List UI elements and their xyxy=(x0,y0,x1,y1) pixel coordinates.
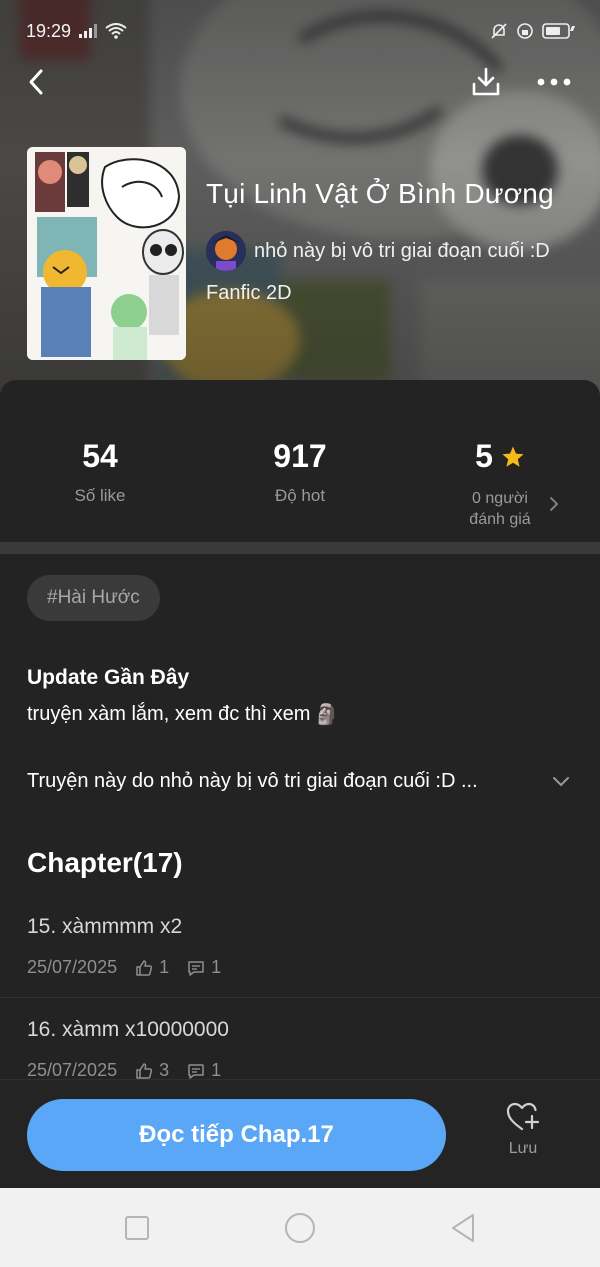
status-bar: 19:29 xyxy=(0,0,600,62)
chevron-right-icon[interactable] xyxy=(548,496,560,512)
star-icon xyxy=(502,446,524,467)
chapter-likes: 1 xyxy=(159,957,170,977)
moai-emoji: 🗿 xyxy=(314,704,340,726)
download-icon xyxy=(472,67,500,96)
data-saver-icon xyxy=(517,23,533,39)
wifi-icon xyxy=(105,23,127,39)
home-button[interactable] xyxy=(280,1208,320,1248)
heart-plus-icon xyxy=(506,1102,540,1131)
author-avatar xyxy=(206,231,246,271)
hot-count: 917 xyxy=(273,438,327,474)
more-horizontal-icon xyxy=(537,78,571,86)
chapter-item[interactable]: 15. xàmmmm x2 25/07/2025 1 1 xyxy=(0,915,600,1018)
signal-icon xyxy=(79,24,98,38)
hot-label: Độ hot xyxy=(274,486,326,505)
cover-illustration xyxy=(27,147,186,360)
update-text: truyện xàm lắm, xem đc thì xem 🗿 xyxy=(27,702,339,727)
circle-icon xyxy=(285,1213,315,1243)
download-button[interactable] xyxy=(466,62,506,102)
comment-icon xyxy=(188,960,204,976)
chapter-title: 15. xàmmmm x2 xyxy=(27,915,183,938)
likes-count: 54 xyxy=(82,438,118,474)
chapter-comments: 1 xyxy=(211,1060,222,1080)
back-button[interactable] xyxy=(16,62,56,102)
chapter-date: 25/07/2025 xyxy=(27,1060,118,1080)
top-app-bar xyxy=(0,62,600,102)
save-button[interactable]: Lưu xyxy=(488,1102,558,1172)
chapter-date: 25/07/2025 xyxy=(27,957,118,977)
chapter-divider xyxy=(0,997,600,998)
stat-rating[interactable]: 5 0 người đánh giá xyxy=(400,438,600,530)
rating-count-label-2: đánh giá xyxy=(469,511,531,528)
continue-reading-button[interactable]: Đọc tiếp Chap.17 xyxy=(27,1099,446,1171)
battery-icon xyxy=(542,23,575,39)
stat-likes: 54 Số like xyxy=(0,438,200,506)
likes-label: Số like xyxy=(74,486,126,505)
story-title: Tụi Linh Vật Ở Bình Dương xyxy=(206,178,554,209)
thumbs-up-icon xyxy=(136,1062,153,1079)
triangle-back-icon xyxy=(452,1214,474,1242)
chapter-meta: 25/07/2025 3 1 xyxy=(27,1060,221,1081)
chapter-comments: 1 xyxy=(211,957,222,977)
save-label: Lưu xyxy=(508,1140,538,1157)
story-cover[interactable] xyxy=(27,147,186,360)
author-row[interactable]: nhỏ này bị vô tri giai đoạn cuối :D xyxy=(206,231,550,271)
update-text-body: truyện xàm lắm, xem đc thì xem xyxy=(27,703,311,725)
story-header: 19:29 Tụi Linh Vật Ở Bình Dương nhỏ này … xyxy=(0,0,600,400)
back-arrow-icon xyxy=(29,69,43,95)
tag-chip[interactable]: #Hài Hước xyxy=(27,575,160,621)
more-options-button[interactable] xyxy=(534,62,574,102)
avatar-image xyxy=(206,231,246,271)
story-detail-sheet: 54 Số like 917 Độ hot 5 0 người đánh giá… xyxy=(0,380,600,1180)
chapter-likes: 3 xyxy=(159,1060,170,1080)
stat-hot: 917 Độ hot xyxy=(200,438,400,506)
system-navigation-bar xyxy=(0,1188,600,1267)
bottom-action-bar: Đọc tiếp Chap.17 Lưu xyxy=(0,1079,600,1188)
mute-bell-icon xyxy=(491,23,507,39)
chapter-meta: 25/07/2025 1 1 xyxy=(27,957,221,978)
author-name: nhỏ này bị vô tri giai đoạn cuối :D xyxy=(254,239,550,262)
comment-icon xyxy=(188,1063,204,1079)
story-genre: Fanfic 2D xyxy=(206,282,292,304)
update-title: Update Gần Đây xyxy=(27,666,190,689)
chapter-title: 16. xàmm x10000000 xyxy=(27,1018,229,1041)
story-description[interactable]: Truyện này do nhỏ này bị vô tri giai đoạ… xyxy=(27,770,547,793)
chapters-header: Chapter(17) xyxy=(27,847,183,878)
system-back-button[interactable] xyxy=(443,1208,483,1248)
expand-chevron-icon[interactable] xyxy=(550,770,572,792)
square-icon xyxy=(125,1216,149,1240)
thumbs-up-icon xyxy=(136,959,153,976)
section-divider xyxy=(0,542,600,554)
recent-apps-button[interactable] xyxy=(117,1208,157,1248)
status-time: 19:29 xyxy=(26,20,72,41)
rating-count-label: 0 người xyxy=(472,490,528,507)
rating-value: 5 xyxy=(475,438,493,474)
